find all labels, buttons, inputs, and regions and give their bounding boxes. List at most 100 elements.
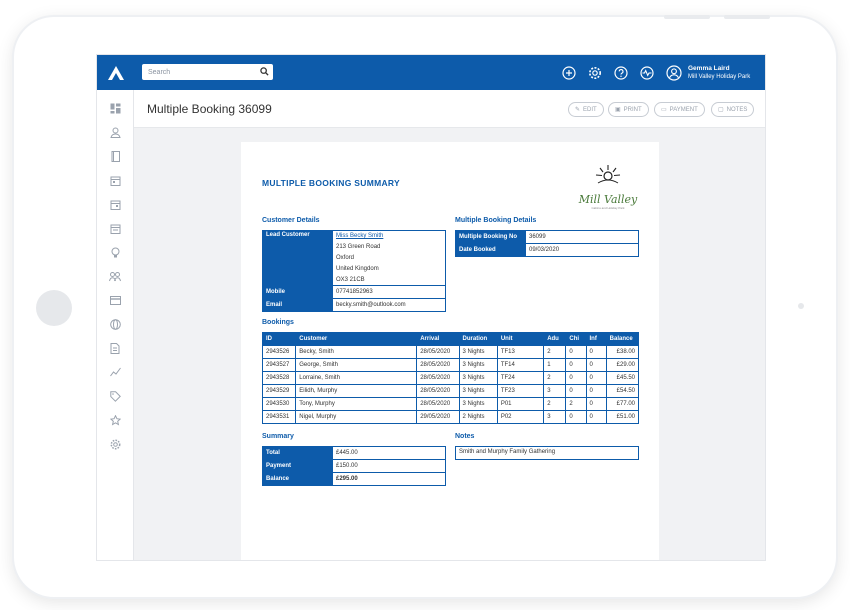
- user-icon[interactable]: [666, 64, 682, 81]
- table-cell: 3 Nights: [458, 345, 498, 359]
- balance-label: Balance: [262, 472, 333, 486]
- booking-summary-document: MULTIPLE BOOKING SUMMARY Mill Valley Cab…: [241, 142, 659, 560]
- sidebar: [97, 90, 134, 560]
- lead-customer-link[interactable]: Miss Becky Smith: [336, 233, 383, 239]
- print-label: PRINT: [623, 106, 642, 113]
- app-screen: Search Gemma Laird Mill Valley Holiday P…: [96, 54, 766, 561]
- table-row: 2943526 Becky, Smith 28/05/2020 3 Nights TF1…: [261, 345, 640, 359]
- booking-no-value: 36099: [525, 230, 639, 244]
- table-cell: 0: [565, 358, 587, 372]
- customer-details-heading: Customer Details: [262, 217, 320, 224]
- table-cell: TF14: [496, 358, 545, 372]
- table-cell: 3 Nights: [458, 384, 498, 398]
- table-cell: P01: [496, 397, 545, 411]
- email-value: becky.smith@outlook.com: [332, 298, 446, 312]
- brand-subtitle: Cabins and Holiday Park: [591, 206, 625, 210]
- table-cell: Eilidh, Murphy: [295, 384, 418, 398]
- table-cell: 2943529: [261, 384, 297, 398]
- plus-circle-icon[interactable]: [561, 65, 577, 81]
- table-cell: 3: [543, 384, 567, 398]
- activity-icon[interactable]: [639, 65, 655, 81]
- table-cell: 0: [565, 384, 587, 398]
- calendar-icon[interactable]: [109, 174, 121, 186]
- table-cell: 2943527: [261, 358, 297, 372]
- booking-no-label: Multiple Booking No: [455, 230, 526, 244]
- card-icon: ▭: [661, 107, 667, 113]
- table-cell: 0: [585, 345, 607, 359]
- tablet-home-button: [36, 290, 72, 326]
- brand-name: Mill Valley: [578, 193, 638, 206]
- gear-icon[interactable]: [109, 438, 121, 450]
- lightbulb-icon[interactable]: [109, 246, 121, 258]
- table-cell: 3 Nights: [458, 371, 498, 385]
- date-booked-value: 09/03/2020: [525, 243, 639, 257]
- bookings-col-header: Unit: [496, 332, 545, 346]
- logo-icon[interactable]: [97, 55, 134, 90]
- payment-label: PAYMENT: [669, 106, 698, 113]
- bookings-col-header: Customer: [295, 332, 418, 346]
- table-row: 2943531 Nigel, Murphy 29/05/2020 2 Nights P0…: [261, 410, 640, 424]
- gear-icon[interactable]: [587, 65, 603, 81]
- bookings-table: ID Customer Arrival Duration Unit Adu Chi Inf Ba…: [261, 332, 640, 424]
- user-park: Mill Valley Holiday Park: [688, 73, 751, 80]
- table-cell: £29.00: [605, 358, 640, 372]
- summary-heading: Summary: [262, 433, 294, 440]
- tag-icon[interactable]: [109, 390, 121, 402]
- card-icon[interactable]: [109, 294, 121, 306]
- table-cell: 0: [585, 358, 607, 372]
- multiple-booking-details-table: Multiple Booking No 36099 Date Booked 09…: [455, 230, 639, 257]
- document-icon[interactable]: [109, 342, 121, 354]
- table-cell: George, Smith: [295, 358, 418, 372]
- table-cell: 0: [565, 345, 587, 359]
- search-icon[interactable]: [260, 67, 269, 78]
- dashboard-icon[interactable]: [109, 102, 121, 114]
- table-cell: 2: [543, 371, 567, 385]
- help-icon[interactable]: [613, 65, 629, 81]
- chart-icon[interactable]: [109, 366, 121, 378]
- calendar-icon[interactable]: [109, 198, 121, 210]
- book-icon[interactable]: [109, 150, 121, 162]
- address-line: 213 Green Road: [332, 241, 446, 253]
- edit-label: EDIT: [583, 106, 597, 113]
- table-cell: 0: [585, 410, 607, 424]
- notes-text: Smith and Murphy Family Gathering: [455, 446, 639, 460]
- page-title: Multiple Booking 36099: [147, 102, 272, 116]
- table-cell: 3 Nights: [458, 358, 498, 372]
- table-cell: 2943526: [261, 345, 297, 359]
- table-cell: 0: [565, 371, 587, 385]
- table-cell: 1: [543, 358, 567, 372]
- bookings-col-header: Arrival: [416, 332, 460, 346]
- payment-value: £150.00: [332, 459, 446, 473]
- table-cell: 2: [543, 397, 567, 411]
- table-cell: TF24: [496, 371, 545, 385]
- table-row: 2943527 George, Smith 28/05/2020 3 Nights TF…: [261, 358, 640, 372]
- user-icon[interactable]: [109, 126, 121, 138]
- customer-details-table: Lead Customer Miss Becky Smith 213 Green…: [262, 230, 446, 312]
- lead-customer-label: Lead Customer: [262, 230, 333, 286]
- table-cell: 2: [543, 345, 567, 359]
- table-cell: 3: [543, 410, 567, 424]
- table-cell: 28/05/2020: [416, 384, 460, 398]
- table-cell: £51.00: [605, 410, 640, 424]
- printer-icon: ▣: [615, 107, 621, 113]
- payment-button[interactable]: ▭ PAYMENT: [654, 102, 705, 117]
- page-header: Multiple Booking 36099 ✎ EDIT ▣ PRINT ▭ PAY…: [134, 90, 765, 128]
- search-input[interactable]: Search: [142, 64, 273, 80]
- star-icon[interactable]: [109, 414, 121, 426]
- print-button[interactable]: ▣ PRINT: [608, 102, 649, 117]
- table-cell: £45.50: [605, 371, 640, 385]
- table-cell: 0: [565, 410, 587, 424]
- notes-button[interactable]: ▢ NOTES: [711, 102, 755, 117]
- table-cell: Nigel, Murphy: [295, 410, 418, 424]
- total-value: £445.00: [332, 446, 446, 460]
- globe-icon[interactable]: [109, 318, 121, 330]
- multiple-booking-details-heading: Multiple Booking Details: [455, 217, 537, 224]
- calendar-icon[interactable]: [109, 222, 121, 234]
- table-cell: 28/05/2020: [416, 397, 460, 411]
- table-cell: TF13: [496, 345, 545, 359]
- mobile-value: 07741852963: [332, 285, 446, 299]
- group-icon[interactable]: [109, 270, 121, 282]
- edit-button[interactable]: ✎ EDIT: [568, 102, 604, 117]
- user-menu[interactable]: Gemma Laird Mill Valley Holiday Park: [666, 55, 750, 90]
- user-name: Gemma Laird: [688, 64, 730, 72]
